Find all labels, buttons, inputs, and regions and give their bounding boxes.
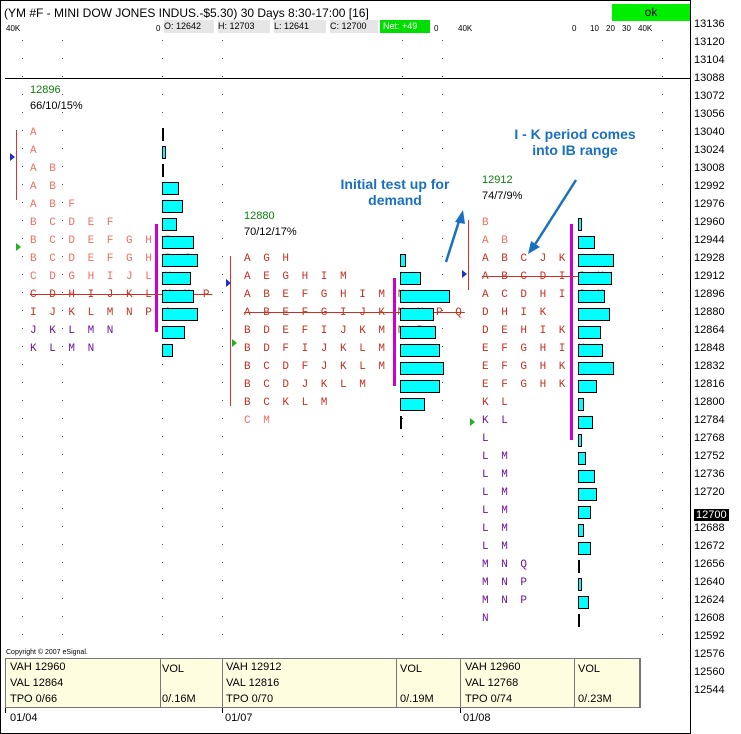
- session-val: VAL 12864: [10, 677, 64, 689]
- price-label: 12816: [694, 378, 725, 390]
- stats-divider: [160, 658, 161, 708]
- session-tpo: TPO 0/74: [465, 693, 513, 705]
- price-label: 13072: [694, 90, 725, 102]
- session-vah: VAH 12960: [465, 661, 521, 673]
- session-vah: VAH 12912: [226, 661, 282, 673]
- price-label: 12688: [694, 522, 725, 534]
- stats-divider: [222, 658, 223, 708]
- price-label: 12976: [694, 198, 725, 210]
- price-label: 13040: [694, 126, 725, 138]
- date-tick: [222, 708, 223, 713]
- session-tpo: TPO 0/70: [226, 693, 274, 705]
- session-tpo: TPO 0/66: [10, 693, 58, 705]
- price-label: 12720: [694, 486, 725, 498]
- price-label: 12544: [694, 684, 725, 696]
- price-label: 12832: [694, 360, 725, 372]
- arrow-ik-period: [532, 179, 578, 247]
- price-label: 12784: [694, 414, 725, 426]
- price-label: 12640: [694, 576, 725, 588]
- price-label: 12624: [694, 594, 725, 606]
- price-label: 12768: [694, 432, 725, 444]
- price-label: 12880: [694, 306, 725, 318]
- session-vol: 0/.23M: [578, 693, 612, 705]
- session-val: VAL 12816: [226, 677, 280, 689]
- session-vol-label: VOL: [578, 663, 601, 675]
- price-label: 13104: [694, 54, 725, 66]
- price-axis[interactable]: 13136 13120 13104 13088 13072 13056 13040 13024…: [690, 0, 741, 734]
- price-label: 12800: [694, 396, 725, 408]
- price-label: 12864: [694, 324, 725, 336]
- price-label: 12608: [694, 612, 725, 624]
- session-val: VAL 12768: [465, 677, 519, 689]
- price-label: 12752: [694, 450, 725, 462]
- date-0107: 01/07: [225, 712, 253, 724]
- session-vol-label: VOL: [400, 663, 423, 675]
- stats-divider: [640, 658, 641, 708]
- session-vol-label: VOL: [162, 663, 185, 675]
- stats-divider: [460, 658, 461, 708]
- price-label: 12672: [694, 540, 725, 552]
- price-label: 12700: [694, 508, 729, 521]
- price-label: 12848: [694, 342, 725, 354]
- price-label: 12560: [694, 666, 725, 678]
- price-label: 13056: [694, 108, 725, 120]
- price-label: 12736: [694, 468, 725, 480]
- session-vol: 0/.16M: [162, 693, 196, 705]
- date-tick: [460, 708, 461, 713]
- date-0104: 01/04: [10, 712, 38, 724]
- price-label: 13088: [694, 72, 725, 84]
- price-label: 13008: [694, 162, 725, 174]
- price-label: 13136: [694, 18, 725, 30]
- price-label: 12656: [694, 558, 725, 570]
- price-label: 13120: [694, 36, 725, 48]
- session-vah: VAH 12960: [10, 661, 66, 673]
- price-label: 12912: [694, 270, 725, 282]
- price-label: 12928: [694, 252, 725, 264]
- date-tick: [5, 708, 6, 713]
- price-label: 12944: [694, 234, 725, 246]
- copyright: Copyright © 2007 eSignal.: [6, 649, 88, 656]
- stats-divider: [574, 658, 575, 708]
- stats-divider: [396, 658, 397, 708]
- price-label: 12576: [694, 648, 725, 660]
- arrow-initial-test: [444, 217, 462, 263]
- price-label: 12592: [694, 630, 725, 642]
- session-vol: 0/.19M: [400, 693, 434, 705]
- price-label: 12896: [694, 288, 725, 300]
- price-label: 13024: [694, 144, 725, 156]
- price-label: 12960: [694, 216, 725, 228]
- price-label: 12992: [694, 180, 725, 192]
- session-stats-bar: [5, 658, 640, 708]
- arrowhead-initial-test-icon: [455, 210, 465, 224]
- arrowhead-ik-period-icon: [528, 241, 540, 254]
- annotation-arrows: [444, 179, 578, 263]
- date-0108: 01/08: [463, 712, 491, 724]
